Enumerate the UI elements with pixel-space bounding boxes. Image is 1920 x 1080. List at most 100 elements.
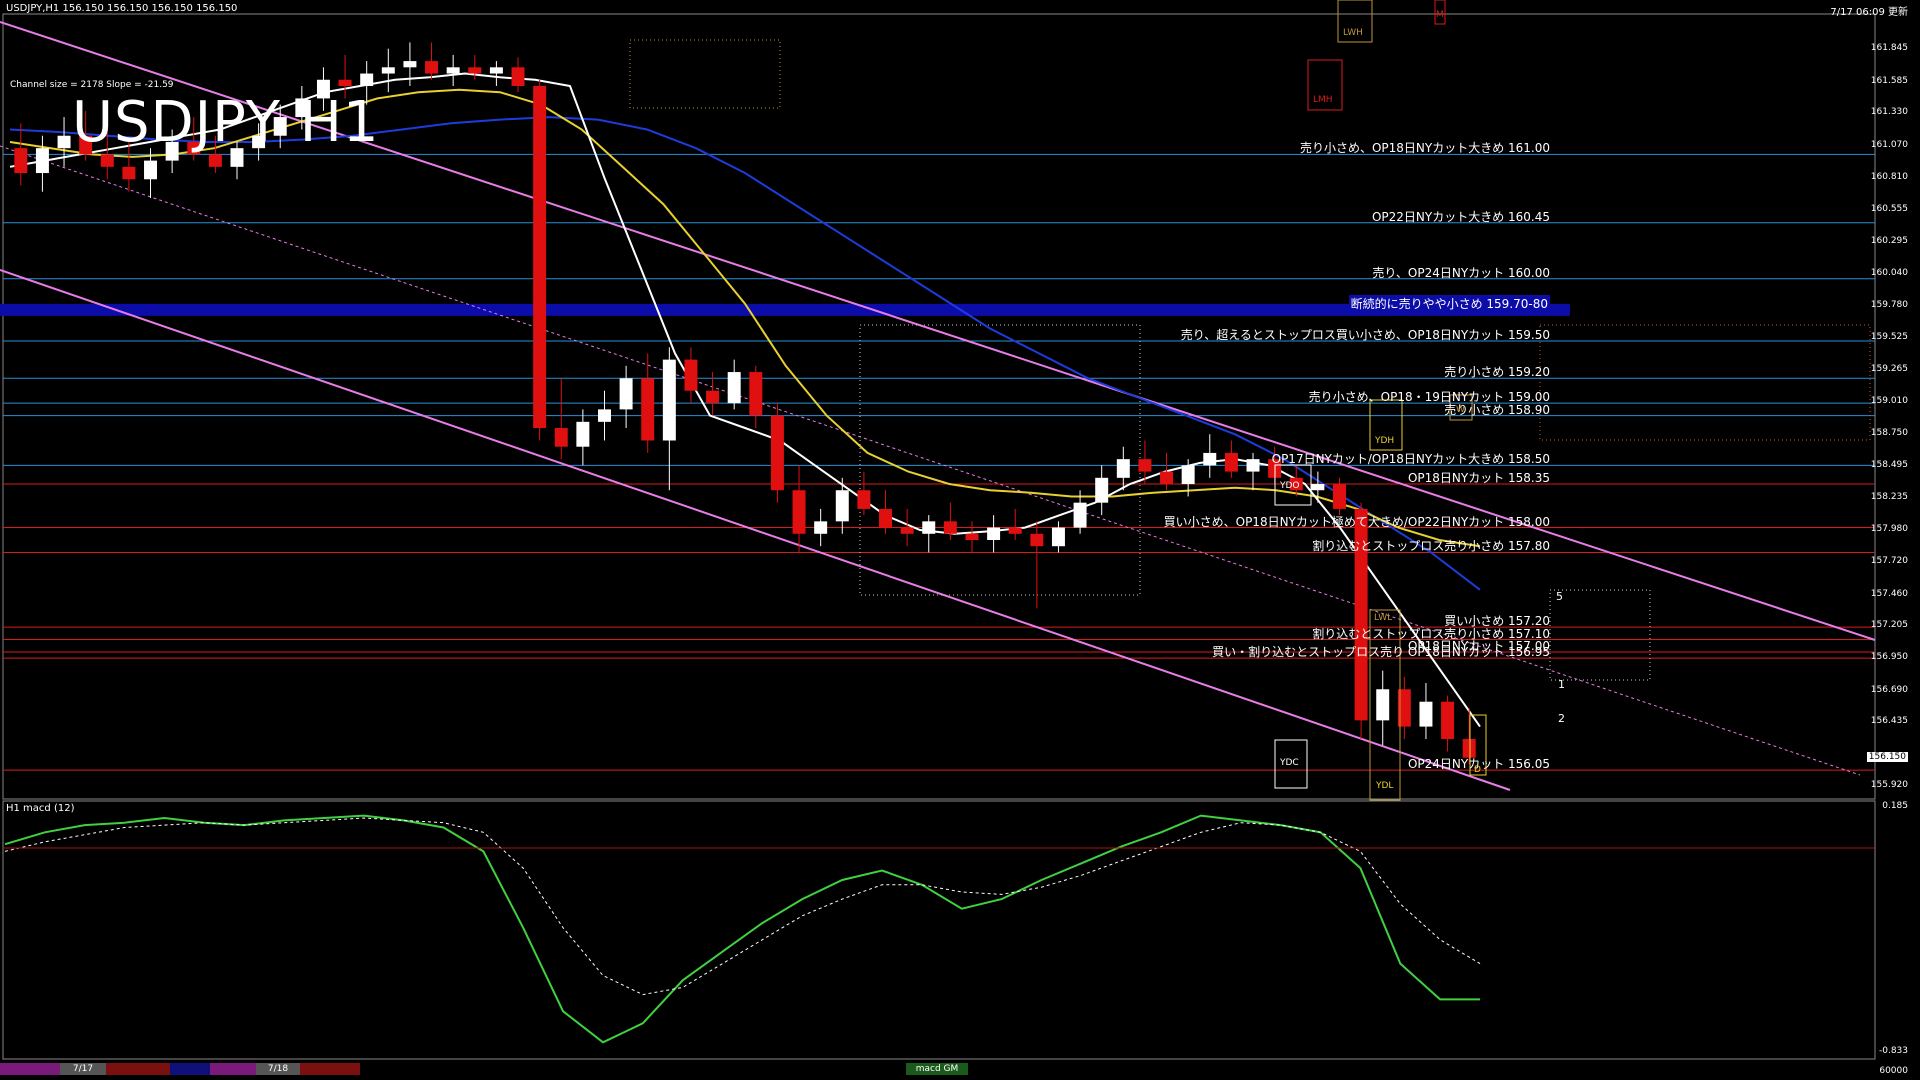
- candle-body-52: [1138, 459, 1152, 472]
- candle-body-32: [706, 390, 720, 404]
- candle-body-38: [835, 490, 849, 522]
- candle-body-44: [965, 533, 979, 540]
- candle-body-15: [338, 79, 352, 86]
- candle-body-0: [14, 148, 28, 174]
- candle-body-61: [1333, 484, 1346, 509]
- candle-body-47: [1030, 533, 1044, 547]
- usdjpy-h1-chart: USDJPY,H1 156.150 156.150 156.150 156.15…: [0, 0, 1920, 1080]
- candle-body-49: [1073, 502, 1087, 528]
- channel-info: Channel size = 2178 Slope = -21.59: [10, 80, 174, 90]
- level-annotation-3: 断続的に売りやや小さめ 159.70-80: [1348, 294, 1550, 312]
- candle-body-65: [1419, 701, 1433, 727]
- candle-body-9: [208, 154, 222, 167]
- candle-body-23: [511, 67, 525, 86]
- macd-axis-bottom: -0.833: [1878, 1046, 1908, 1056]
- candle-body-66: [1441, 701, 1455, 740]
- macd-axis-top: 0.185: [1882, 801, 1908, 811]
- timeline-segment-1: [0, 1063, 60, 1075]
- d-label: D: [1474, 765, 1481, 775]
- level-annotation-0: 売り小さめ、OP18日NYカット大きめ 161.00: [1299, 141, 1550, 156]
- candle-body-30: [662, 359, 676, 441]
- price-tick-22: 156.150: [1866, 751, 1908, 762]
- price-tick-13: 158.495: [1870, 459, 1908, 470]
- bottom-axis-right: 60000: [1879, 1066, 1908, 1076]
- price-tick-1: 161.585: [1870, 75, 1908, 86]
- timeline-segment-2: [106, 1063, 170, 1075]
- candle-body-35: [770, 415, 784, 491]
- level-annotation-11: 割り込むとストップロス売り小さめ 157.80: [1312, 539, 1550, 554]
- ydc-label: YDC: [1280, 758, 1299, 768]
- candle-body-53: [1160, 471, 1174, 485]
- timeline-date-1: 7/17: [60, 1063, 106, 1075]
- price-tick-8: 159.780: [1870, 300, 1908, 311]
- ydh-label: YDH: [1375, 436, 1395, 446]
- level-annotation-4: 売り、超えるとストップロス買い小さめ、OP18日NYカット 159.50: [1180, 327, 1550, 342]
- candle-body-51: [1116, 459, 1130, 478]
- level-annotation-9: OP18日NYカット 158.35: [1407, 471, 1550, 486]
- candle-body-40: [879, 508, 892, 528]
- lmh-label: LMH: [1313, 95, 1333, 105]
- candle-body-45: [987, 527, 1001, 540]
- candle-body-29: [641, 378, 655, 441]
- level-annotation-8: OP17日NYカット/OP18日NYカット大きめ 158.50: [1271, 452, 1550, 467]
- price-tick-23: 155.920: [1870, 780, 1908, 791]
- candle-body-4: [100, 154, 114, 167]
- candle-body-6: [144, 160, 157, 180]
- candle-body-57: [1246, 459, 1260, 472]
- candle-body-31: [684, 359, 698, 391]
- candle-body-2: [57, 135, 71, 149]
- price-tick-21: 156.435: [1870, 716, 1908, 727]
- symbol-line: USDJPY,H1 156.150 156.150 156.150 156.15…: [6, 3, 238, 14]
- wave-label-5: 5: [1556, 590, 1563, 603]
- macd-tab[interactable]: macd GM: [906, 1063, 968, 1075]
- candle-body-20: [446, 67, 460, 74]
- price-tick-0: 161.845: [1870, 43, 1908, 54]
- price-tick-9: 159.525: [1870, 331, 1908, 342]
- candle-body-33: [727, 372, 741, 404]
- candle-body-46: [1008, 527, 1022, 534]
- price-tick-14: 158.235: [1870, 492, 1908, 503]
- candle-body-37: [814, 521, 828, 534]
- candle-body-28: [619, 378, 633, 410]
- candle-body-50: [1095, 477, 1109, 503]
- candle-body-41: [900, 527, 914, 534]
- candle-body-39: [857, 490, 871, 509]
- price-tick-15: 157.980: [1870, 524, 1908, 535]
- price-tick-2: 161.330: [1870, 107, 1908, 118]
- candle-body-63: [1376, 689, 1390, 721]
- level-annotation-5: 売り小さめ 159.20: [1444, 365, 1550, 380]
- background: [0, 0, 1920, 1080]
- candle-body-56: [1224, 452, 1238, 472]
- candle-body-5: [122, 166, 136, 180]
- wave-label-2: 2: [1558, 712, 1565, 725]
- candle-body-17: [381, 67, 395, 74]
- price-tick-3: 161.070: [1870, 139, 1908, 150]
- price-tick-17: 157.460: [1870, 588, 1908, 599]
- candle-body-18: [403, 61, 417, 68]
- candle-body-34: [749, 372, 763, 416]
- candle-body-16: [360, 73, 374, 86]
- candle-body-1: [35, 148, 49, 174]
- price-tick-20: 156.690: [1870, 684, 1908, 695]
- candle-body-43: [943, 521, 957, 534]
- price-tick-7: 160.040: [1870, 267, 1908, 278]
- price-tick-4: 160.810: [1870, 172, 1908, 183]
- price-tick-16: 157.720: [1870, 556, 1908, 567]
- big-title: USDJPY H1: [72, 90, 380, 155]
- level-annotation-1: OP22日NYカット大きめ 160.45: [1371, 209, 1550, 224]
- price-tick-6: 160.295: [1870, 236, 1908, 247]
- candle-body-36: [792, 490, 806, 534]
- level-band-3: [0, 303, 1570, 316]
- candle-body-19: [425, 61, 439, 74]
- lwh-label: LWH: [1343, 28, 1363, 38]
- level-annotation-15: 買い・割り込むとストップロス売り OP18日NYカット 156.95: [1212, 645, 1550, 660]
- ydo-label: YDO: [1280, 481, 1300, 491]
- wave-label-1: 1: [1558, 678, 1565, 691]
- chart-svg: [0, 0, 1920, 1080]
- timeline-segment-4: [210, 1063, 256, 1075]
- level-annotation-2: 売り、OP24日NYカット 160.00: [1372, 265, 1550, 280]
- candle-body-22: [489, 67, 503, 74]
- price-tick-18: 157.205: [1870, 620, 1908, 631]
- price-tick-10: 159.265: [1870, 364, 1908, 375]
- datetime: 7/17 06:09 更新: [1830, 7, 1908, 18]
